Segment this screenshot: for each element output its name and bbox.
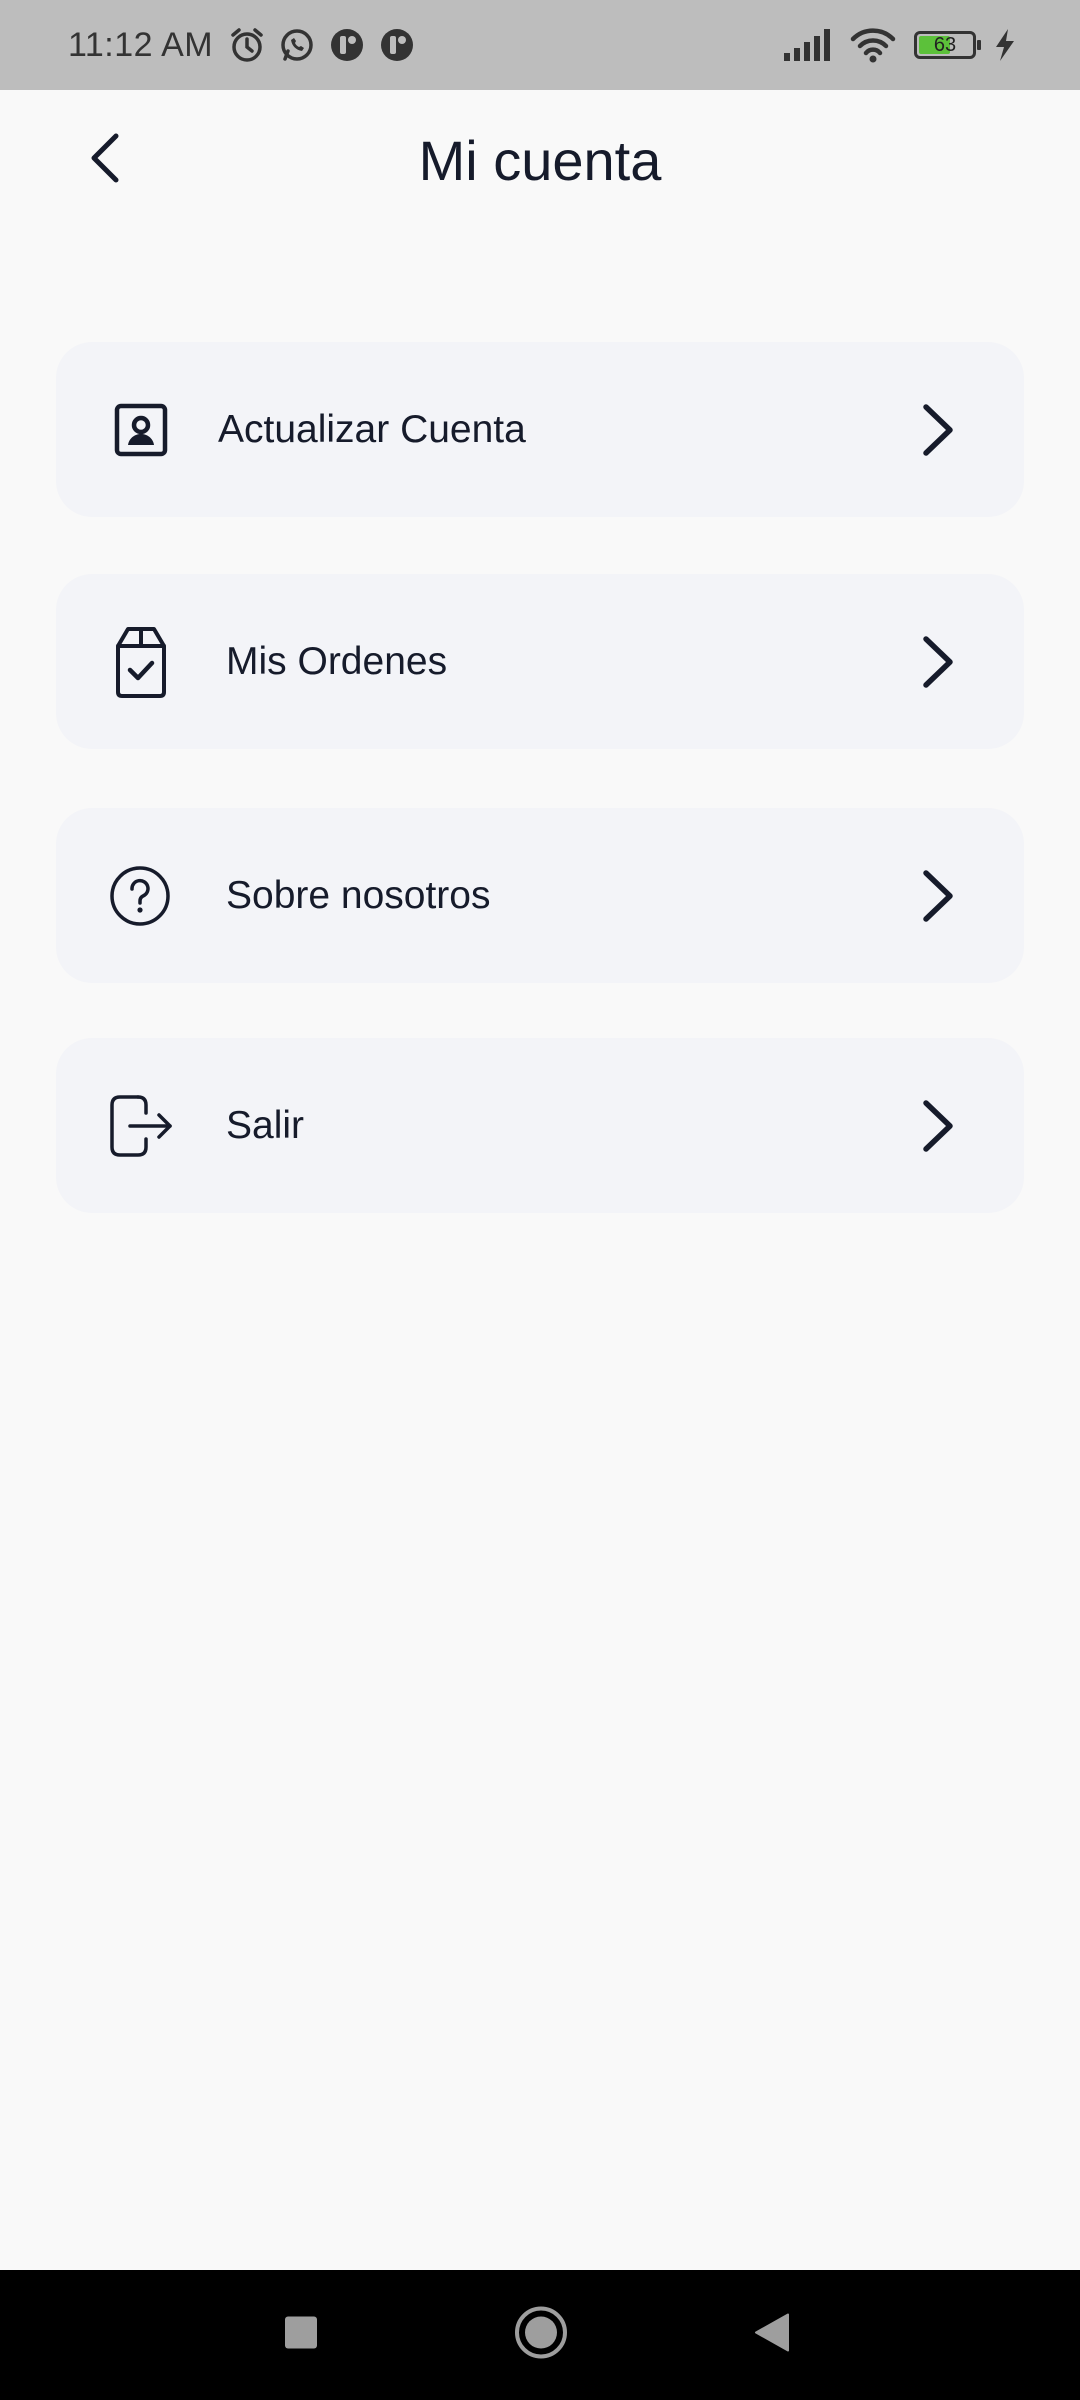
triangle-left-icon <box>754 2313 790 2358</box>
chevron-right-icon <box>918 633 958 691</box>
logout-icon <box>108 1093 174 1159</box>
battery-level: 63 <box>933 34 957 56</box>
app-icon <box>377 25 417 65</box>
menu-item-logout[interactable]: Salir <box>56 1038 1024 1213</box>
menu-item-label: Sobre nosotros <box>226 873 491 917</box>
nav-back-button[interactable] <box>754 2313 790 2358</box>
circle-icon <box>514 2306 568 2365</box>
chevron-right-icon <box>918 1097 958 1155</box>
charging-icon <box>994 29 1016 61</box>
status-right: 63 <box>784 0 1016 90</box>
app-icon <box>327 25 367 65</box>
order-box-check-icon <box>108 626 174 698</box>
status-bar: 11:12 AM 63 <box>0 0 1080 90</box>
account-card-icon <box>114 403 168 457</box>
alarm-icon <box>227 25 267 65</box>
help-circle-icon <box>108 864 172 928</box>
menu-item-label: Mis Ordenes <box>226 639 448 683</box>
battery-icon: 63 <box>914 31 981 59</box>
menu-item-label: Salir <box>226 1103 305 1147</box>
home-button[interactable] <box>514 2306 568 2365</box>
whatsapp-icon <box>277 25 317 65</box>
chevron-right-icon <box>918 401 958 459</box>
recents-button[interactable] <box>284 2316 318 2355</box>
app-header: Mi cuenta <box>0 90 1080 250</box>
status-left: 11:12 AM <box>68 0 417 90</box>
page-title: Mi cuenta <box>418 129 662 192</box>
system-nav-bar <box>0 2270 1080 2400</box>
signal-icon <box>784 29 832 61</box>
wifi-icon <box>850 27 896 63</box>
menu-item-my-orders[interactable]: Mis Ordenes <box>56 574 1024 749</box>
menu-item-update-account[interactable]: Actualizar Cuenta <box>56 342 1024 517</box>
chevron-right-icon <box>918 867 958 925</box>
status-time: 11:12 AM <box>68 25 214 64</box>
square-icon <box>284 2316 318 2355</box>
menu-item-label: Actualizar Cuenta <box>218 407 526 451</box>
menu-item-about-us[interactable]: Sobre nosotros <box>56 808 1024 983</box>
